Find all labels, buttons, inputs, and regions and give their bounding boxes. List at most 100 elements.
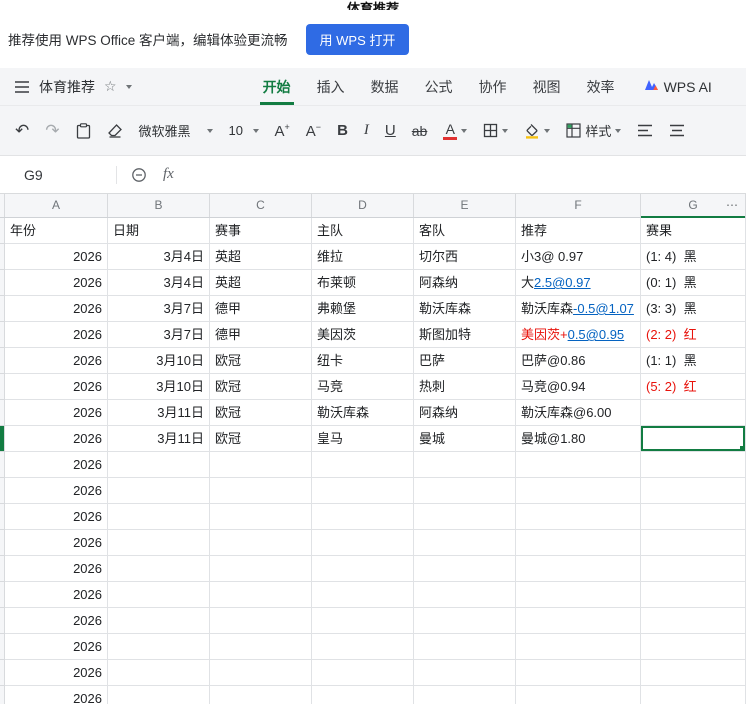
cell-home-team[interactable] <box>312 634 414 660</box>
align-center-button[interactable] <box>669 124 685 137</box>
cell-year[interactable]: 2026 <box>5 478 108 504</box>
header-cell-6[interactable]: 赛果 <box>641 218 746 244</box>
tab-效率[interactable]: 效率 <box>574 68 628 105</box>
tip-odds-link[interactable]: 0.5@0.95 <box>568 327 625 342</box>
cell-result[interactable] <box>641 608 746 634</box>
cell-home-team[interactable]: 布莱顿 <box>312 270 414 296</box>
cell-away-team[interactable]: 斯图加特 <box>414 322 516 348</box>
header-cell-0[interactable]: 年份 <box>5 218 108 244</box>
favorite-star-icon[interactable]: ☆ <box>104 78 117 95</box>
column-header-D[interactable]: D <box>312 194 414 217</box>
cell-year[interactable]: 2026 <box>5 452 108 478</box>
column-header-A[interactable]: A <box>5 194 108 217</box>
more-columns-icon[interactable]: ⋯ <box>726 194 739 217</box>
cell-tip[interactable] <box>516 530 641 556</box>
cell-away-team[interactable]: 热刺 <box>414 374 516 400</box>
cell-year[interactable]: 2026 <box>5 556 108 582</box>
cell-result[interactable]: (2: 2) 红 <box>641 322 746 348</box>
tip-odds-link[interactable]: 2.5@0.97 <box>534 275 591 290</box>
cell-year[interactable]: 2026 <box>5 348 108 374</box>
cell-away-team[interactable] <box>414 686 516 704</box>
cell-date[interactable] <box>108 504 210 530</box>
font-size-select[interactable]: 10 <box>229 123 259 138</box>
cell-away-team[interactable] <box>414 608 516 634</box>
paste-clipboard-icon[interactable] <box>76 122 91 139</box>
cell-away-team[interactable]: 勒沃库森 <box>414 296 516 322</box>
font-color-button[interactable]: A <box>443 122 468 140</box>
cell-league[interactable] <box>210 556 312 582</box>
cell-year[interactable]: 2026 <box>5 296 108 322</box>
cell-league[interactable]: 欧冠 <box>210 400 312 426</box>
cell-tip[interactable]: 美因茨+0.5@0.95 <box>516 322 641 348</box>
decrease-font-button[interactable]: A− <box>306 122 321 140</box>
cell-year[interactable]: 2026 <box>5 400 108 426</box>
cell-league[interactable] <box>210 634 312 660</box>
column-header-E[interactable]: E <box>414 194 516 217</box>
cell-date[interactable]: 3月10日 <box>108 374 210 400</box>
header-cell-1[interactable]: 日期 <box>108 218 210 244</box>
cell-tip[interactable] <box>516 478 641 504</box>
cell-date[interactable]: 3月11日 <box>108 400 210 426</box>
cell-year[interactable]: 2026 <box>5 686 108 704</box>
cell-year[interactable]: 2026 <box>5 582 108 608</box>
cell-result[interactable] <box>641 452 746 478</box>
cell-away-team[interactable] <box>414 556 516 582</box>
redo-button[interactable]: ↷ <box>45 122 59 139</box>
cell-league[interactable] <box>210 582 312 608</box>
cell-league[interactable]: 德甲 <box>210 296 312 322</box>
cell-result[interactable] <box>641 478 746 504</box>
cell-year[interactable]: 2026 <box>5 322 108 348</box>
cell-year[interactable]: 2026 <box>5 374 108 400</box>
cell-away-team[interactable] <box>414 660 516 686</box>
cell-year[interactable]: 2026 <box>5 660 108 686</box>
cell-away-team[interactable]: 切尔西 <box>414 244 516 270</box>
eraser-icon[interactable] <box>107 123 123 138</box>
cell-date[interactable]: 3月4日 <box>108 270 210 296</box>
cell-away-team[interactable] <box>414 634 516 660</box>
cell-tip[interactable]: 小3@ 0.97 <box>516 244 641 270</box>
cell-date[interactable] <box>108 556 210 582</box>
cell-league[interactable] <box>210 686 312 704</box>
column-header-C[interactable]: C <box>210 194 312 217</box>
header-cell-3[interactable]: 主队 <box>312 218 414 244</box>
cell-home-team[interactable] <box>312 686 414 704</box>
cell-result[interactable] <box>641 400 746 426</box>
cell-home-team[interactable] <box>312 504 414 530</box>
cell-tip[interactable]: 勒沃库森@6.00 <box>516 400 641 426</box>
cell-year[interactable]: 2026 <box>5 634 108 660</box>
cell-home-team[interactable]: 美因茨 <box>312 322 414 348</box>
column-header-B[interactable]: B <box>108 194 210 217</box>
tab-协作[interactable]: 协作 <box>466 68 520 105</box>
cell-date[interactable] <box>108 452 210 478</box>
cell-date[interactable]: 3月4日 <box>108 244 210 270</box>
cell-date[interactable] <box>108 608 210 634</box>
cell-league[interactable] <box>210 530 312 556</box>
cell-league[interactable] <box>210 660 312 686</box>
cell-date[interactable] <box>108 660 210 686</box>
cell-result[interactable] <box>641 556 746 582</box>
zoom-out-icon[interactable] <box>131 167 147 183</box>
column-header-F[interactable]: F <box>516 194 641 217</box>
cell-tip[interactable] <box>516 452 641 478</box>
cell-away-team[interactable] <box>414 582 516 608</box>
cell-date[interactable]: 3月7日 <box>108 296 210 322</box>
cell-tip[interactable]: 曼城@1.80 <box>516 426 641 452</box>
cell-tip[interactable] <box>516 556 641 582</box>
hamburger-menu-icon[interactable] <box>14 80 30 94</box>
cell-away-team[interactable]: 巴萨 <box>414 348 516 374</box>
cell-league[interactable]: 欧冠 <box>210 348 312 374</box>
cell-result[interactable] <box>641 660 746 686</box>
cell-home-team[interactable]: 勒沃库森 <box>312 400 414 426</box>
italic-button[interactable]: I <box>364 122 369 139</box>
cell-result[interactable] <box>641 686 746 704</box>
header-cell-4[interactable]: 客队 <box>414 218 516 244</box>
cell-result[interactable] <box>641 504 746 530</box>
underline-button[interactable]: U <box>385 122 396 139</box>
cell-date[interactable] <box>108 686 210 704</box>
cell-league[interactable] <box>210 608 312 634</box>
cell-styles-button[interactable]: 样式 <box>566 121 622 140</box>
tab-视图[interactable]: 视图 <box>520 68 574 105</box>
cell-league[interactable] <box>210 452 312 478</box>
tab-wps-ai[interactable]: WPS AI <box>644 68 712 105</box>
cell-tip[interactable]: 勒沃库森-0.5@1.07 <box>516 296 641 322</box>
